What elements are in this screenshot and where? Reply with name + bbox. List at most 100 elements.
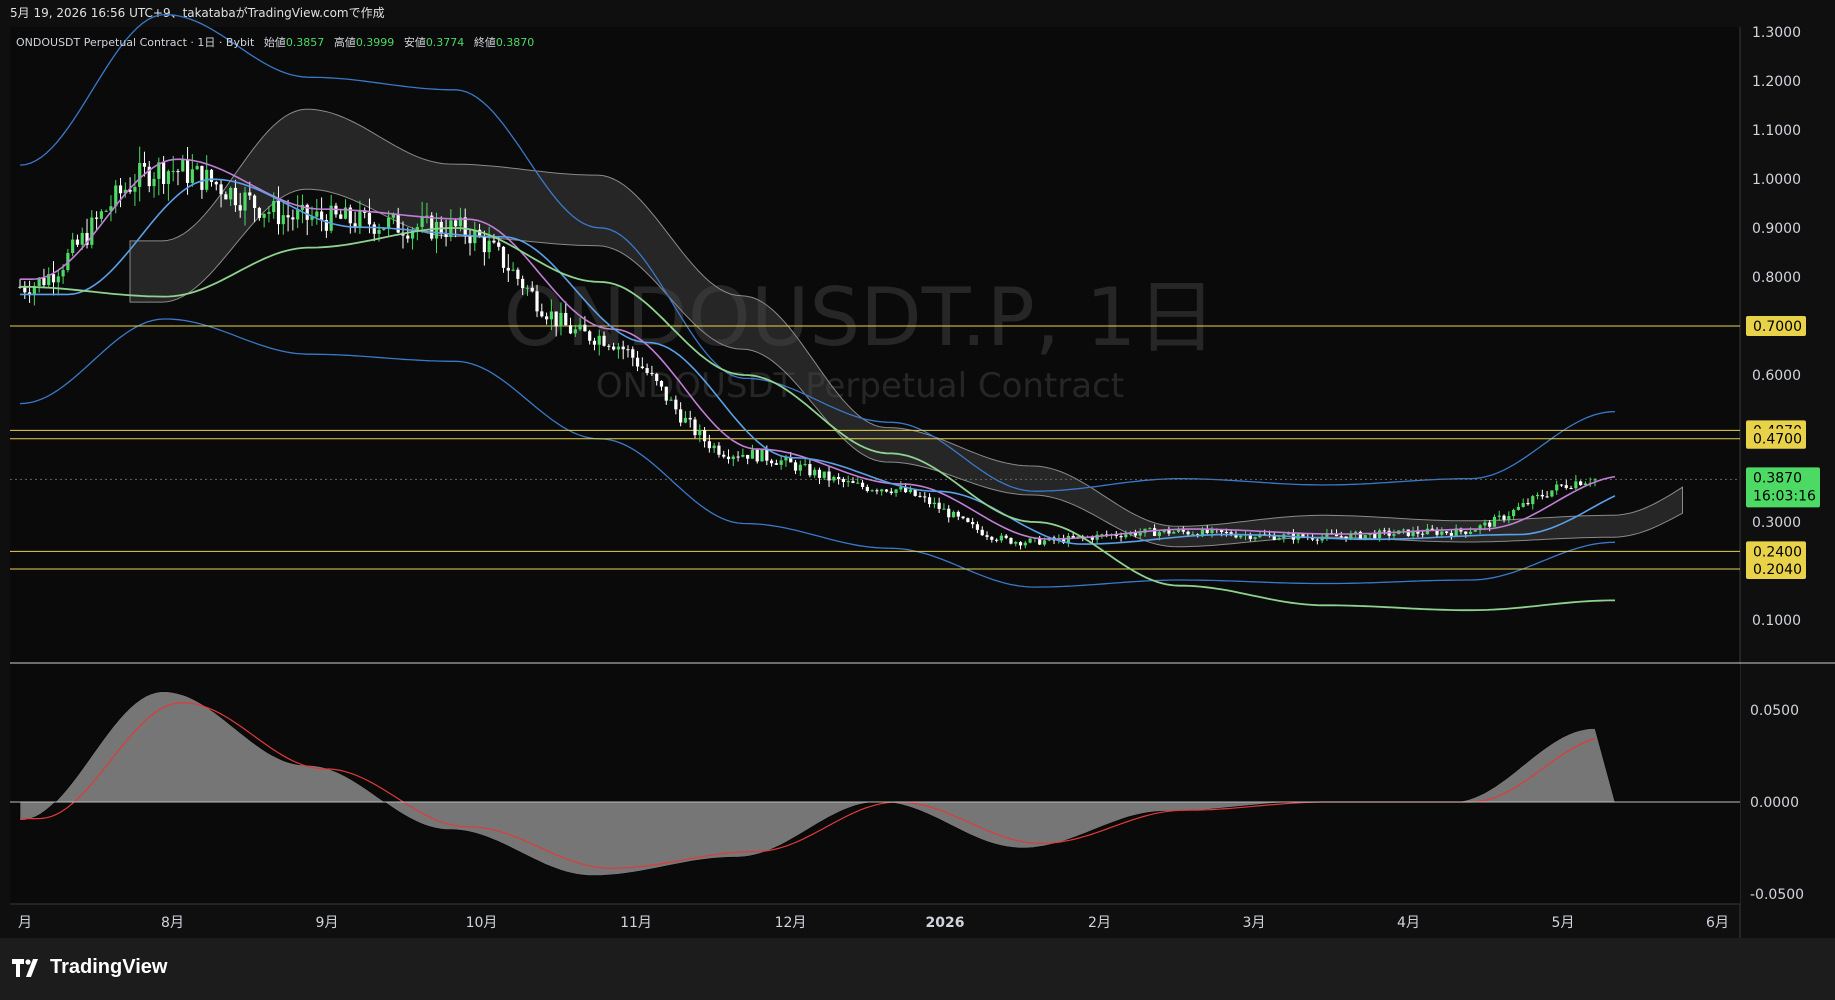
time-tick-label: 11月	[620, 915, 652, 931]
chart-legend: ONDOUSDT Perpetual Contract · 1日 · Bybit…	[16, 34, 534, 50]
price-tick-label: 1.2000	[1752, 74, 1801, 90]
candle-down	[1358, 531, 1363, 539]
candle-down	[980, 529, 984, 536]
candle-down	[884, 489, 889, 492]
candle-up	[1521, 503, 1525, 507]
level-badge-label: 0.2040	[1753, 562, 1802, 578]
candle-up	[932, 502, 936, 505]
candle-up	[1516, 506, 1521, 510]
candle-up	[56, 276, 60, 283]
candle-up	[846, 481, 850, 483]
candle-down	[535, 291, 539, 312]
candle-down	[817, 469, 822, 478]
candle-up	[104, 210, 108, 212]
candle-up	[870, 490, 874, 492]
candle-down	[679, 409, 683, 423]
candle-down	[319, 211, 324, 220]
price-tick-label: 0.3000	[1752, 515, 1801, 531]
candle-up	[741, 454, 745, 457]
candle-up	[779, 460, 783, 465]
candle-down	[233, 187, 238, 206]
candle-up	[1363, 534, 1367, 539]
candle-up	[525, 287, 530, 289]
candle-up	[698, 430, 702, 436]
time-tick-label: 9月	[316, 915, 339, 931]
candle-down	[990, 536, 994, 540]
candle-down	[1444, 531, 1449, 533]
time-tick-label: 月	[18, 915, 32, 931]
candle-up	[1512, 509, 1516, 517]
candle-up	[267, 212, 271, 214]
countdown-label: 16:03:16	[1753, 488, 1816, 504]
candle-up	[387, 217, 391, 229]
candle-up	[61, 270, 65, 277]
candle-down	[497, 242, 501, 247]
candle-down	[372, 224, 376, 234]
candle-down	[463, 217, 467, 236]
candle-down	[583, 324, 587, 332]
candle-down	[1464, 531, 1468, 534]
candle-down	[1488, 522, 1492, 527]
candle-down	[492, 240, 496, 243]
candle-down	[765, 449, 769, 461]
candle-up	[750, 449, 755, 459]
candle-up	[1468, 531, 1473, 534]
candle-down	[971, 521, 975, 525]
candle-up	[377, 229, 381, 234]
candle-up	[803, 464, 807, 466]
candle-down	[23, 287, 27, 293]
candle-up	[880, 489, 884, 492]
candle-down	[774, 463, 778, 465]
candle-down	[176, 171, 180, 173]
candle-up	[1157, 532, 1161, 536]
candle-down	[1004, 535, 1008, 538]
candle-up	[358, 210, 362, 228]
candle-up	[243, 192, 247, 211]
candle-down	[655, 373, 659, 381]
candle-down	[1119, 536, 1123, 538]
price-chart[interactable]: ONDOUSDT.P, 1日 ONDOUSDT Perpetual Contra…	[0, 0, 1835, 938]
candle-up	[420, 216, 424, 228]
candle-up	[573, 329, 577, 334]
candle-down	[544, 316, 549, 320]
candle-up	[195, 165, 199, 170]
candle-up	[669, 399, 673, 401]
candle-up	[315, 211, 319, 217]
price-tick-label: 1.3000	[1752, 25, 1801, 41]
candle-up	[1253, 537, 1257, 539]
time-tick-label: 12月	[775, 915, 807, 931]
candle-up	[1377, 530, 1382, 539]
candle-down	[875, 490, 879, 492]
candle-up	[1507, 516, 1511, 520]
candle-up	[1483, 522, 1487, 526]
candle-down	[1540, 494, 1544, 497]
candle-up	[760, 449, 764, 462]
candle-down	[516, 269, 520, 279]
candle-down	[1315, 539, 1319, 541]
time-tick-label: 3月	[1243, 915, 1266, 931]
candle-up	[1138, 532, 1142, 536]
time-tick-label: 2026	[926, 915, 965, 931]
candle-up	[894, 489, 898, 494]
candle-up	[229, 187, 233, 200]
candle-up	[798, 464, 802, 471]
candle-down	[406, 235, 410, 239]
candle-up	[1023, 542, 1027, 546]
candle-down	[827, 471, 831, 481]
candle-down	[889, 491, 893, 494]
candle-down	[291, 217, 295, 220]
candle-down	[726, 456, 731, 460]
candle-down	[1234, 535, 1238, 538]
candle-down	[674, 399, 678, 410]
candle-up	[813, 469, 817, 476]
candle-down	[185, 159, 190, 183]
candle-down	[248, 192, 252, 196]
time-tick-label: 10月	[466, 915, 498, 931]
candle-up	[71, 239, 75, 253]
candle-down	[746, 454, 750, 459]
tradingview-brand[interactable]: TradingView	[12, 956, 167, 979]
candle-down	[1502, 515, 1506, 520]
candle-up	[152, 178, 156, 187]
candle-up	[1550, 490, 1554, 497]
candle-down	[994, 539, 999, 541]
